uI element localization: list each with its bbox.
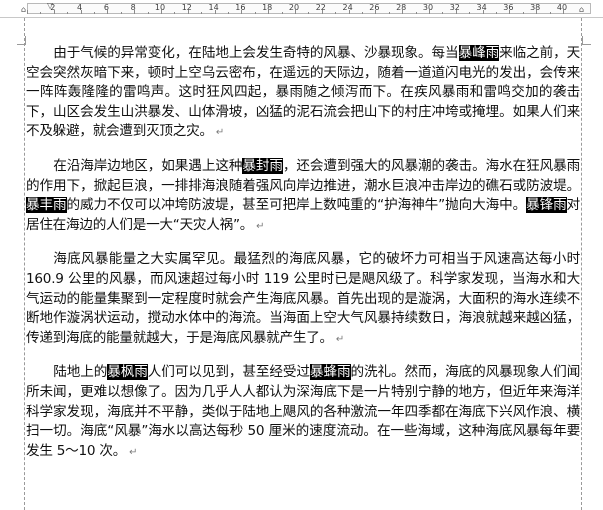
ruler-number: 10 — [154, 3, 166, 12]
ruler-tick — [94, 12, 95, 14]
ruler-number: 24 — [342, 3, 353, 12]
paragraph-mark-icon: ↵ — [335, 333, 345, 345]
highlighted-word: 暴锋雨 — [526, 197, 567, 214]
left-gutter — [0, 18, 23, 510]
horizontal-ruler[interactable]: ▽ ⌂ ⌂ 2 4 6 8 10 12 14 16 18 20 22 24 26 28 30 32 34 36 38… — [0, 0, 603, 18]
ruler-tick — [174, 12, 176, 14]
text-boundary-corner-right — [582, 36, 591, 45]
ruler-tick — [120, 12, 122, 14]
ruler-tick — [335, 12, 337, 14]
ruler-number: 6 — [103, 3, 109, 12]
ruler-number: 26 — [369, 3, 380, 12]
ruler-tick — [201, 12, 203, 14]
paragraph-text: 人们可以见到，甚至经受过 — [147, 364, 310, 381]
ruler-tick — [281, 12, 283, 14]
highlighted-word: 暴蜂雨 — [309, 364, 351, 381]
ruler-tick — [415, 12, 417, 14]
ruler-number: 32 — [449, 3, 460, 12]
ruler-tick — [469, 12, 471, 14]
ruler-number: 20 — [288, 3, 300, 12]
paragraph-text: 在沿海岸边地区，如果遇上这种 — [53, 157, 243, 174]
ruler-tick — [522, 12, 524, 14]
paragraph-text: 海底风暴能量之大实属罕见。最猛烈的海底风暴，它的破坏力可相当于风速高达每小时 1… — [26, 251, 580, 346]
paragraph-mark-icon: ↵ — [256, 220, 265, 232]
ruler-tick — [549, 12, 551, 14]
ruler-tick — [308, 12, 310, 14]
highlighted-word: 暴枫雨 — [107, 364, 148, 381]
ruler-tick — [362, 12, 363, 14]
ruler-number: 36 — [503, 3, 514, 12]
ruler-tick — [496, 12, 497, 14]
ruler-tick — [67, 12, 69, 14]
document-body[interactable]: 由于气候的异常变化，在陆地上会发生奇特的风暴、沙暴现象。每当暴峰雨来临之前，天空… — [26, 44, 580, 476]
paragraph[interactable]: 海底风暴能量之大实属罕见。最猛烈的海底风暴，它的破坏力可相当于风速高达每小时 1… — [26, 250, 580, 349]
ruler-number: 8 — [130, 3, 136, 12]
ruler-number: 18 — [262, 3, 273, 12]
paragraph-text: 由于气候的异常变化，在陆地上会发生奇特的风暴、沙暴现象。每当 — [53, 45, 459, 61]
ruler-tick — [27, 10, 28, 14]
ruler-number: 30 — [422, 3, 434, 12]
ruler-tick — [442, 12, 444, 14]
ruler-tick — [228, 12, 229, 14]
left-margin-marker-icon[interactable]: ⌂ — [21, 6, 26, 14]
ruler-number: 34 — [476, 3, 487, 12]
paragraph[interactable]: 由于气候的异常变化，在陆地上会发生奇特的风暴、沙暴现象。每当暴峰雨来临之前，天空… — [26, 44, 580, 143]
ruler-number: 16 — [235, 3, 246, 12]
ruler-tick — [254, 12, 256, 14]
page-margin-right — [581, 18, 583, 510]
text-boundary-corner-left — [17, 36, 26, 45]
paragraph-text: 的威力不仅可以冲垮防波堤，甚至可把岸上数吨重的“护海神牛”抛向大海中。 — [66, 197, 527, 214]
ruler-number: 38 — [530, 3, 541, 12]
ruler-number: 12 — [181, 3, 192, 12]
highlighted-word: 暴峰雨 — [458, 45, 500, 61]
ruler-number: 4 — [77, 3, 83, 12]
paragraph-mark-icon: ↵ — [215, 127, 224, 139]
ruler-number: 2 — [50, 3, 56, 12]
ruler-number: 22 — [315, 3, 326, 12]
ruler-number: 28 — [396, 3, 407, 12]
ruler-number: 40 — [556, 3, 568, 12]
ruler-tick — [40, 12, 42, 14]
paragraph[interactable]: 陆地上的暴枫雨人们可以见到，甚至经受过暴蜂雨的洗礼。然而，海底的风暴现象人们闻所… — [26, 363, 580, 462]
right-margin-marker-icon[interactable]: ⌂ — [579, 6, 584, 14]
ruler-number: 14 — [208, 3, 219, 12]
paragraph-mark-icon: ↵ — [129, 446, 138, 458]
highlighted-word: 暴封雨 — [242, 157, 283, 174]
highlighted-word: 暴丰雨 — [26, 197, 67, 214]
ruler-tick — [388, 12, 390, 14]
paragraph-text: 陆地上的 — [53, 364, 108, 381]
paragraph[interactable]: 在沿海岸边地区，如果遇上这种暴封雨，还会遭到强大的风暴潮的袭击。海水在狂风暴雨的… — [26, 157, 580, 236]
ruler-tick — [147, 12, 149, 14]
